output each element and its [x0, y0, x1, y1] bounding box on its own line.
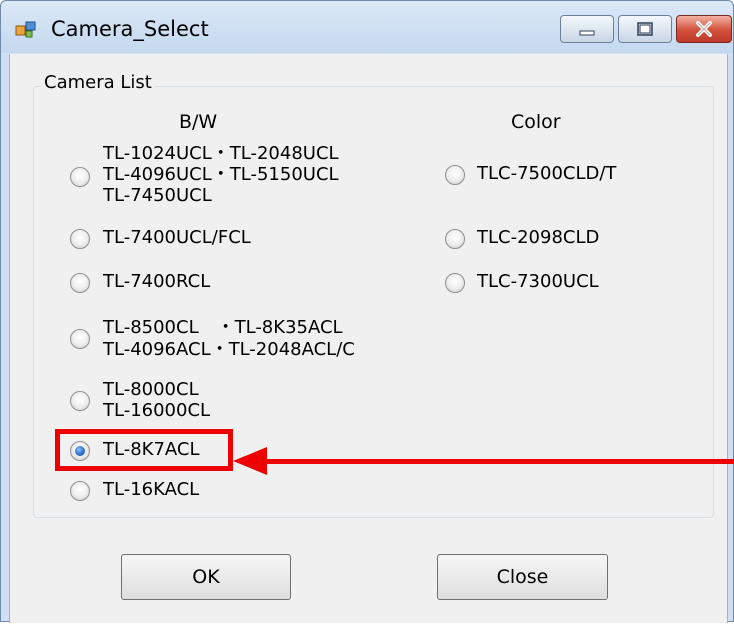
- annotation-arrow-line: [265, 459, 734, 464]
- option-label-line: TL-16000CL: [103, 400, 211, 421]
- camera-list-title: Camera List: [41, 72, 155, 93]
- option-label-line: TLC-7300UCL: [477, 271, 599, 292]
- radio-button[interactable]: [70, 229, 90, 249]
- minimize-button[interactable]: [560, 15, 614, 43]
- option-label-line: TL-1024UCL・TL-2048UCL: [103, 143, 339, 164]
- option-label-line: TL-8500CL ・TL-8K35ACL: [103, 317, 343, 338]
- close-window-button[interactable]: [676, 15, 732, 43]
- option-label-line: TL-16KACL: [103, 479, 200, 500]
- option-label-line: TL-4096ACL・TL-2048ACL/C: [103, 339, 355, 360]
- option-label-line: TL-8000CL: [103, 379, 199, 400]
- close-icon: [696, 21, 712, 37]
- option-label-line: TL-7450UCL: [103, 185, 212, 206]
- option-label-line: TLC-2098CLD: [477, 227, 600, 248]
- maximize-icon: [637, 22, 653, 36]
- bw-column-header: B/W: [179, 111, 218, 133]
- radio-button[interactable]: [70, 391, 90, 411]
- radio-button[interactable]: [445, 229, 465, 249]
- annotation-arrow-head: [233, 447, 267, 475]
- radio-button[interactable]: [70, 273, 90, 293]
- camera-select-window: Camera_Select Camera List B/W Color TL-1…: [0, 0, 734, 623]
- radio-button[interactable]: [70, 329, 90, 349]
- radio-button[interactable]: [70, 481, 90, 501]
- option-label-line: TLC-7500CLD/T: [477, 163, 617, 184]
- selection-highlight-box: [55, 429, 233, 471]
- maximize-button[interactable]: [618, 15, 672, 43]
- ok-button[interactable]: OK: [121, 554, 291, 600]
- close-button[interactable]: Close: [437, 554, 608, 600]
- radio-button[interactable]: [445, 273, 465, 293]
- title-bar[interactable]: Camera_Select: [1, 1, 733, 53]
- option-label-line: TL-7400RCL: [103, 271, 211, 292]
- app-window-icon: [15, 21, 36, 38]
- radio-button[interactable]: [70, 167, 90, 187]
- radio-button[interactable]: [445, 165, 465, 185]
- window-title: Camera_Select: [51, 17, 209, 41]
- minimize-icon: [579, 30, 595, 36]
- color-column-header: Color: [511, 111, 561, 133]
- option-label-line: TL-7400UCL/FCL: [103, 227, 251, 248]
- option-label-line: TL-4096UCL・TL-5150UCL: [103, 164, 339, 185]
